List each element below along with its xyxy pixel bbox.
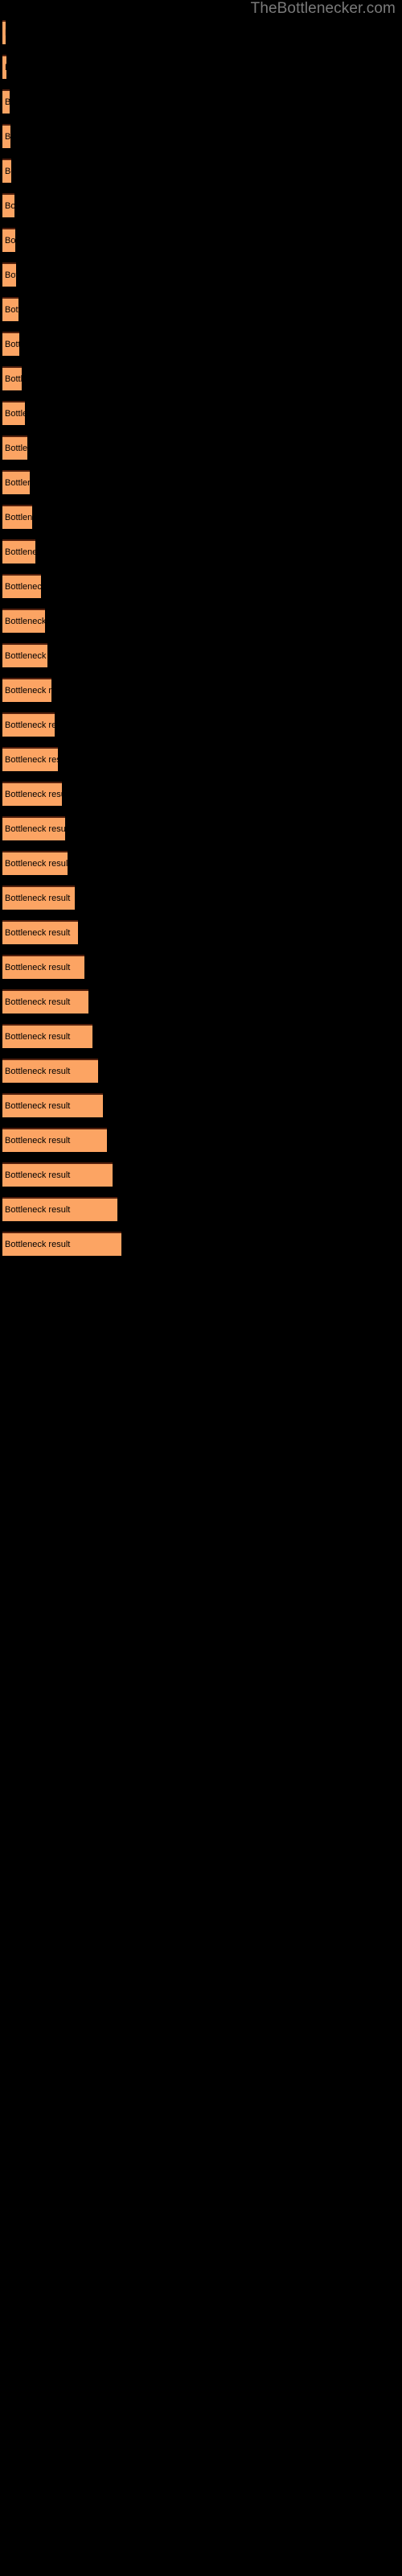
chart-bar-label: Bottleneck result xyxy=(5,1240,71,1249)
chart-bar-label: Bottleneck result xyxy=(5,1170,71,1180)
chart-bar: Bottleneck result xyxy=(2,851,68,875)
chart-bar: Bottleneck result xyxy=(2,401,25,425)
chart-bar-label: Bottleneck result xyxy=(5,201,14,211)
chart-bar: Bottleneck result xyxy=(2,228,15,252)
chart-bar: Bottleneck result xyxy=(2,989,88,1013)
chart-bar-label: Bottleneck result xyxy=(5,963,71,972)
chart-bar-label: Bottleneck result xyxy=(5,97,10,107)
chart-bar: Bottleneck result xyxy=(2,609,45,633)
bottleneck-bar-chart: Bottleneck result Bottleneck result Bottle… xyxy=(0,0,402,2576)
chart-bar-label: Bottleneck result xyxy=(5,28,6,38)
chart-bar: Bottleneck result xyxy=(2,1128,107,1152)
chart-bar-label: Bottleneck result xyxy=(5,340,19,349)
chart-bar: Bottleneck result xyxy=(2,1197,117,1221)
chart-bar: Bottleneck result xyxy=(2,782,62,806)
chart-bar: Bottleneck result xyxy=(2,89,10,114)
chart-bar-label: Bottleneck result xyxy=(5,824,65,834)
chart-bar: Bottleneck result xyxy=(2,1093,103,1117)
chart-bar: Bottleneck result xyxy=(2,366,22,390)
chart-bar: Bottleneck result xyxy=(2,643,47,667)
chart-bar: Bottleneck result xyxy=(2,193,14,217)
chart-bar-label: Bottleneck result xyxy=(5,236,15,246)
chart-bar-label: Bottleneck result xyxy=(5,1067,71,1076)
chart-bar-label: Bottleneck result xyxy=(5,582,41,592)
chart-bar: Bottleneck result xyxy=(2,159,11,183)
chart-bar-label: Bottleneck result xyxy=(5,167,11,176)
chart-bar: Bottleneck result xyxy=(2,505,32,529)
chart-bar-label: Bottleneck result xyxy=(5,409,25,419)
chart-bar-label: Bottleneck result xyxy=(5,859,68,869)
chart-bar: Bottleneck result xyxy=(2,1059,98,1083)
chart-bar: Bottleneck result xyxy=(2,678,51,702)
chart-bar-label: Bottleneck result xyxy=(5,1101,71,1111)
chart-bar: Bottleneck result xyxy=(2,816,65,840)
chart-bar: Bottleneck result xyxy=(2,886,75,910)
chart-bar: Bottleneck result xyxy=(2,436,27,460)
chart-bar-label: Bottleneck result xyxy=(5,651,47,661)
chart-bar-label: Bottleneck result xyxy=(5,132,10,142)
page-root: TheBottlenecker.com Bottleneck resultBot… xyxy=(0,0,402,2576)
chart-bar-label: Bottleneck result xyxy=(5,790,62,799)
chart-bar: Bottleneck result xyxy=(2,332,19,356)
chart-bar: Bottleneck result xyxy=(2,1232,121,1256)
chart-bar: Bottleneck result xyxy=(2,297,18,321)
chart-bar-label: Bottleneck result xyxy=(5,1205,71,1215)
chart-bar-label: Bottleneck result xyxy=(5,63,6,72)
chart-bar: Bottleneck result xyxy=(2,262,16,287)
chart-bar-label: Bottleneck result xyxy=(5,686,51,696)
chart-bar: Bottleneck result xyxy=(2,1024,92,1048)
chart-bar-label: Bottleneck result xyxy=(5,1032,71,1042)
chart-bar-label: Bottleneck result xyxy=(5,997,71,1007)
chart-bar: Bottleneck result xyxy=(2,1162,113,1187)
chart-bar-label: Bottleneck result xyxy=(5,444,27,453)
chart-bar: Bottleneck result xyxy=(2,124,10,148)
chart-bar-label: Bottleneck result xyxy=(5,755,58,765)
chart-bar-label: Bottleneck result xyxy=(5,1136,71,1146)
chart-bar-label: Bottleneck result xyxy=(5,928,71,938)
chart-bar-label: Bottleneck result xyxy=(5,617,45,626)
chart-bar: Bottleneck result xyxy=(2,747,58,771)
chart-bar: Bottleneck result xyxy=(2,20,6,44)
chart-bar: Bottleneck result xyxy=(2,574,41,598)
chart-bar: Bottleneck result xyxy=(2,920,78,944)
chart-bar: Bottleneck result xyxy=(2,712,55,737)
chart-bar-label: Bottleneck result xyxy=(5,513,32,522)
chart-bar-label: Bottleneck result xyxy=(5,374,22,384)
chart-bar-label: Bottleneck result xyxy=(5,720,55,730)
chart-bar: Bottleneck result xyxy=(2,539,35,564)
chart-bar: Bottleneck result xyxy=(2,55,6,79)
chart-bar-label: Bottleneck result xyxy=(5,894,71,903)
chart-bar-label: Bottleneck result xyxy=(5,270,16,280)
chart-bar: Bottleneck result xyxy=(2,955,84,979)
chart-bar-label: Bottleneck result xyxy=(5,305,18,315)
chart-bar: Bottleneck result xyxy=(2,470,30,494)
chart-bar-label: Bottleneck result xyxy=(5,547,35,557)
chart-bar-label: Bottleneck result xyxy=(5,478,30,488)
